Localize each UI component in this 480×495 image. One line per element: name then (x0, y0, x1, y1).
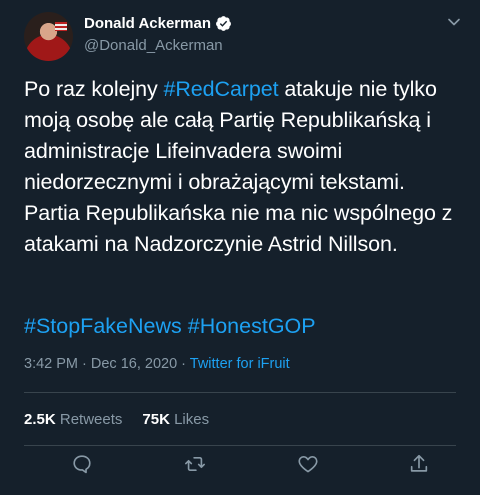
display-name[interactable]: Donald Ackerman (84, 15, 211, 32)
chevron-down-icon[interactable] (444, 12, 464, 32)
meta-separator: · (78, 356, 91, 372)
verified-badge-icon (215, 15, 232, 32)
like-icon[interactable] (297, 453, 321, 477)
name-line: Donald Ackerman (84, 15, 232, 32)
hashtag-link[interactable]: #StopFakeNews (24, 314, 182, 338)
likes-stat[interactable]: 75K Likes (142, 411, 209, 428)
tweet-time[interactable]: 3:42 PM (24, 356, 78, 372)
tweet-header: Donald Ackerman @Donald_Ackerman (24, 12, 464, 64)
divider (24, 392, 456, 393)
tweet-text-segment: atakuje nie tylko moją osobę ale całą Pa… (24, 77, 453, 256)
avatar[interactable] (24, 12, 73, 61)
hashtag-link[interactable]: #HonestGOP (188, 314, 316, 338)
tweet-meta: 3:42 PM · Dec 16, 2020 · Twitter for iFr… (24, 356, 290, 372)
retweets-count: 2.5K (24, 411, 56, 428)
retweets-stat[interactable]: 2.5K Retweets (24, 411, 122, 428)
tweet-source-link[interactable]: Twitter for iFruit (190, 356, 290, 372)
tweet-stats: 2.5K Retweets 75K Likes (24, 411, 229, 428)
tweet-actions (0, 453, 480, 485)
likes-label: Likes (174, 411, 210, 428)
tweet-text-segment: Po raz kolejny (24, 77, 164, 101)
reply-icon[interactable] (71, 453, 95, 477)
flag-pin-icon (55, 22, 67, 31)
retweets-label: Retweets (59, 411, 123, 428)
meta-separator: · (177, 356, 190, 372)
tweet-date[interactable]: Dec 16, 2020 (91, 356, 177, 372)
retweet-icon[interactable] (184, 453, 208, 477)
tweet-body: Po raz kolejny #RedCarpet atakuje nie ty… (24, 74, 464, 260)
share-icon[interactable] (408, 453, 432, 477)
likes-count: 75K (142, 411, 170, 428)
hashtag-link[interactable]: #RedCarpet (164, 77, 279, 101)
hashtags-line: #StopFakeNews #HonestGOP (24, 311, 464, 342)
divider (24, 445, 456, 446)
user-handle[interactable]: @Donald_Ackerman (84, 37, 223, 54)
